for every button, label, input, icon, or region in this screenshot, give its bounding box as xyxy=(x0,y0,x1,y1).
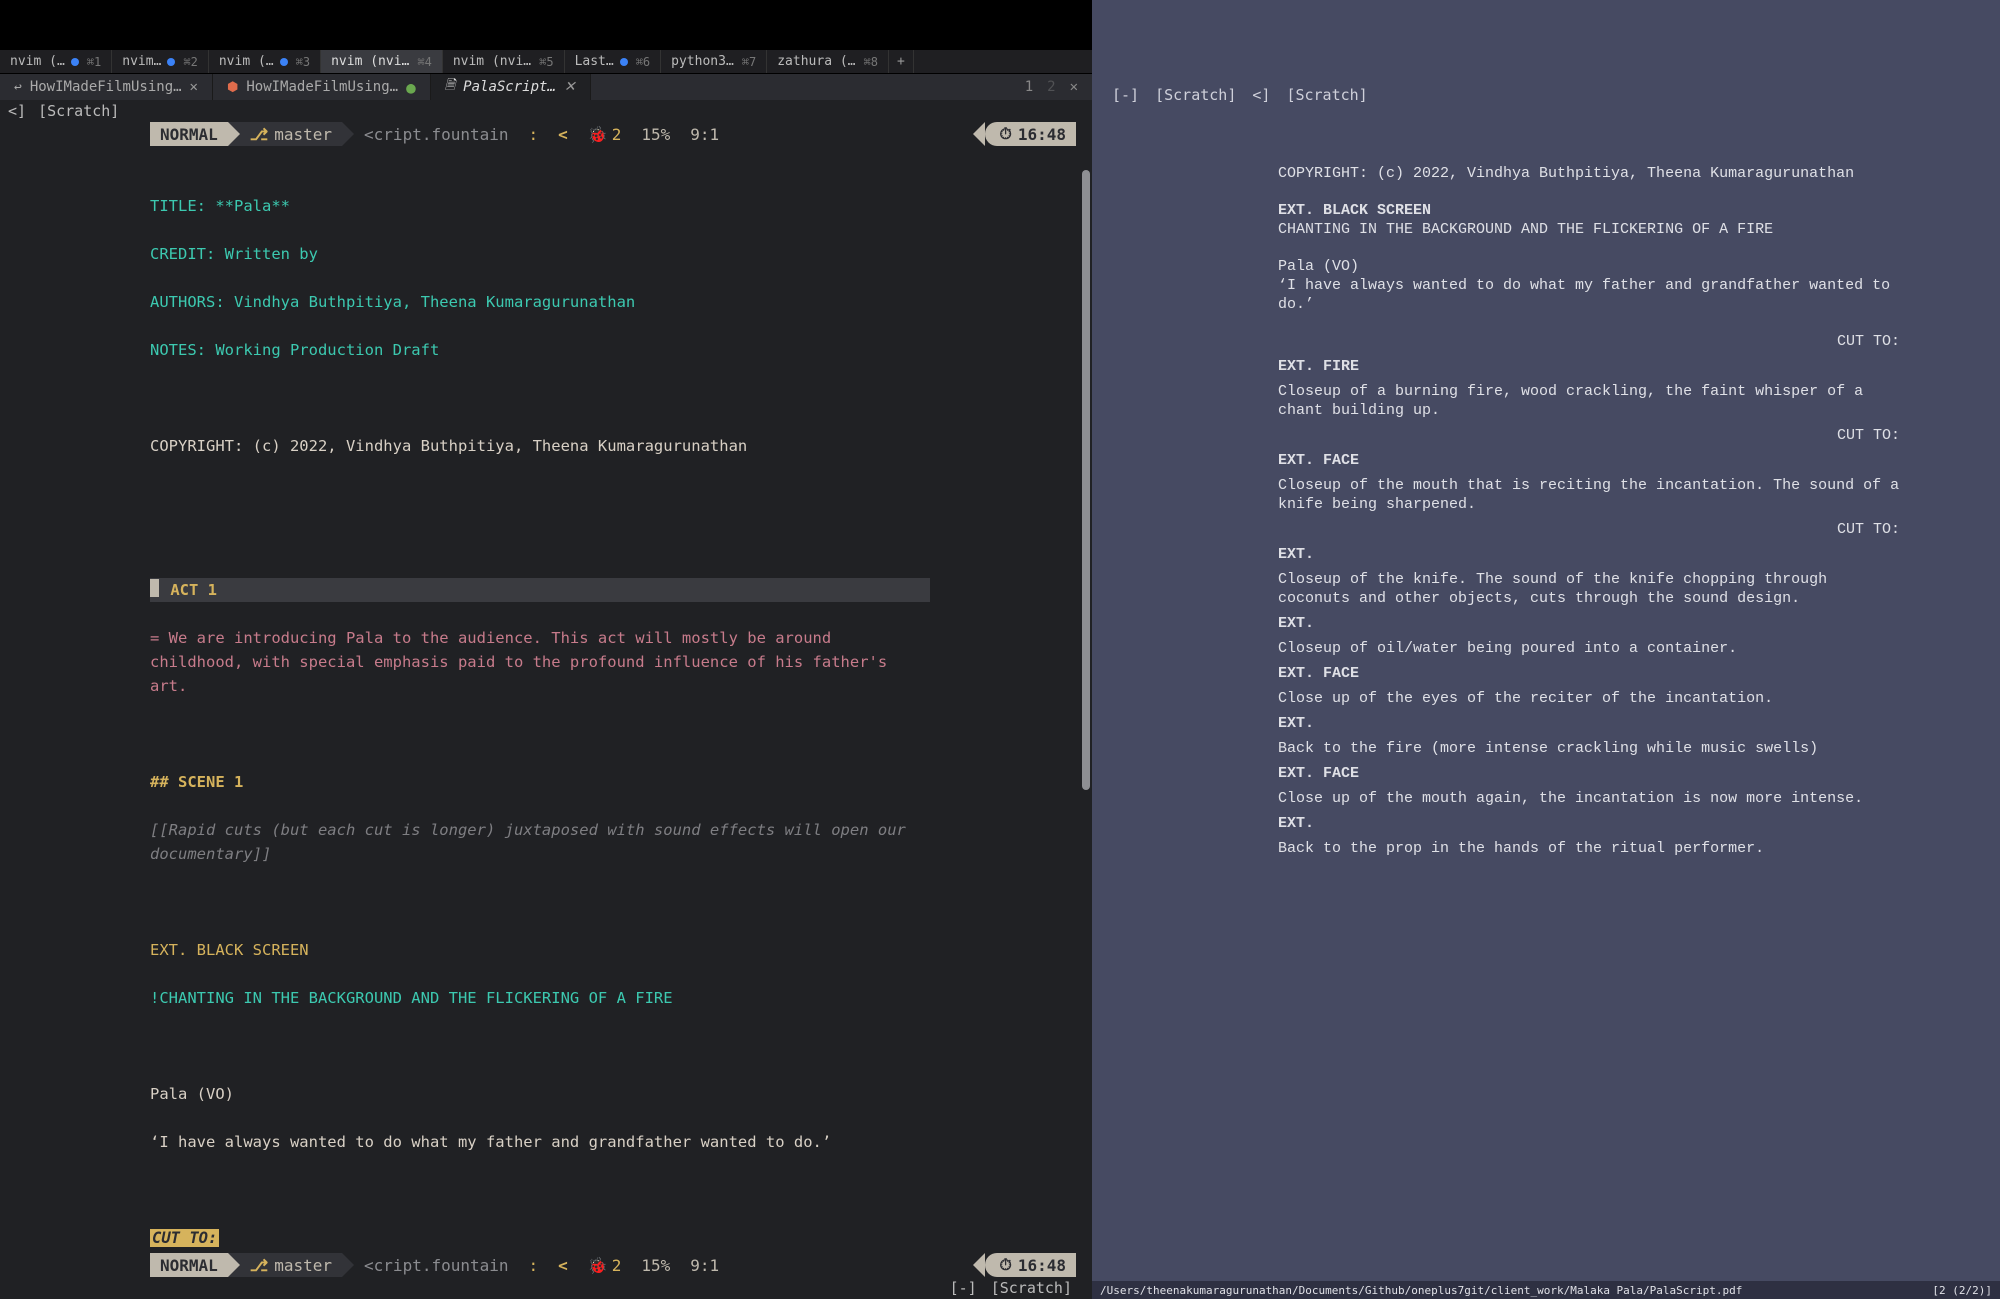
close-icon[interactable]: ✕ xyxy=(190,79,198,95)
dirty-dot-icon xyxy=(167,58,175,66)
separator-icon: : xyxy=(519,1253,549,1277)
vim-mode-indicator: NORMAL xyxy=(150,122,228,146)
transition: CUT TO: xyxy=(150,1229,219,1247)
synopsis-line: = We are introducing Pala to the audienc… xyxy=(150,626,910,698)
title-key: TITLE: xyxy=(150,197,215,215)
dialogue: ‘I have always wanted to do what my fath… xyxy=(150,1130,910,1154)
cursor-position: 9:1 xyxy=(680,1253,729,1277)
terminal-tab-7[interactable]: python3…⌘7 xyxy=(661,50,767,73)
git-branch: ⎇master xyxy=(240,122,342,146)
git-branch-icon: ⎇ xyxy=(250,1256,268,1275)
action-emphasis: !CHANTING IN THE BACKGROUND AND THE FLIC… xyxy=(150,986,1076,1010)
buffer-tab-3[interactable]: 🗎 PalaScript… ✕ xyxy=(431,74,591,100)
clock: ⏱16:48 xyxy=(985,1253,1076,1277)
separator-icon xyxy=(228,1253,240,1277)
terminal-tab-3[interactable]: nvim (…⌘3 xyxy=(209,50,321,73)
chevron-left-icon: < xyxy=(548,1253,578,1277)
cursor-position: 9:1 xyxy=(680,122,729,146)
character-cue: Pala (VO) xyxy=(150,1082,1076,1106)
pdf-slugline: EXT. BLACK SCREEN xyxy=(1278,201,1900,220)
buffer-tabs: ↩ HowIMadeFilmUsing… ✕ ⬢ HowIMadeFilmUsi… xyxy=(0,74,1092,100)
pdf-transition: CUT TO: xyxy=(1278,426,1900,445)
buffer-tab-label: PalaScript… xyxy=(463,79,556,95)
pdf-slugline: EXT. FACE xyxy=(1278,764,1900,783)
close-icon[interactable]: ✕ xyxy=(1070,79,1078,95)
dirty-dot-icon xyxy=(620,58,628,66)
pdf-slugline: EXT. xyxy=(1278,714,1900,733)
terminal-tab-5[interactable]: nvim (nvi…⌘5 xyxy=(443,50,565,73)
diagnostics-count: 🐞2 xyxy=(578,1253,632,1277)
buffer-tab-label: HowIMadeFilmUsing… xyxy=(30,79,182,95)
dirty-dot-icon xyxy=(280,58,288,66)
pdf-slugline: EXT. xyxy=(1278,814,1900,833)
dirty-dot-icon: ● xyxy=(406,78,416,97)
chevron-left-icon: < xyxy=(548,122,578,146)
terminal-tab-6[interactable]: Last…⌘6 xyxy=(565,50,662,73)
file-path: <cript.fountain xyxy=(354,1253,519,1277)
git-branch: ⎇master xyxy=(240,1253,342,1277)
pdf-content: COPYRIGHT: (c) 2022, Vindhya Buthpitiya,… xyxy=(1278,164,1900,858)
inline-note: [[Rapid cuts (but each cut is longer) ju… xyxy=(150,818,920,866)
slugline: EXT. BLACK SCREEN xyxy=(150,938,1076,962)
terminal-tab-8[interactable]: zathura (…⌘8 xyxy=(767,50,889,73)
pdf-slugline: EXT. xyxy=(1278,614,1900,633)
git-branch-icon: ⎇ xyxy=(250,125,268,144)
terminal-tab-4[interactable]: nvim (nvi…⌘4 xyxy=(321,50,443,73)
pdf-path: /Users/theenakumaragurunathan/Documents/… xyxy=(1100,1284,1742,1297)
pdf-transition: CUT TO: xyxy=(1278,332,1900,351)
terminal-tabs: nvim (…⌘1 nvim…⌘2 nvim (…⌘3 nvim (nvi…⌘4… xyxy=(0,50,1092,74)
terminal-tab-add[interactable]: + xyxy=(889,50,914,73)
bug-icon: 🐞 xyxy=(588,1256,608,1275)
buffer-tab-1[interactable]: ↩ HowIMadeFilmUsing… ✕ xyxy=(0,74,213,100)
notes-line: NOTES: Working Production Draft xyxy=(150,338,1076,362)
pdf-statusbar: /Users/theenakumaragurunathan/Documents/… xyxy=(1092,1281,2000,1299)
clock: ⏱16:48 xyxy=(985,122,1076,146)
vim-mode-indicator: NORMAL xyxy=(150,1253,228,1277)
pdf-transition: CUT TO: xyxy=(1278,520,1900,539)
file-icon: ⬢ xyxy=(227,80,238,95)
separator-icon xyxy=(342,1253,354,1277)
pdf-page-indicator: [2 (2/2)] xyxy=(1932,1284,1992,1297)
pdf-slugline: EXT. FACE xyxy=(1278,664,1900,683)
scene-heading: ## SCENE 1 xyxy=(150,770,1076,794)
separator-icon xyxy=(228,122,240,146)
scroll-percent: 15% xyxy=(631,122,680,146)
pdf-slugline: EXT. FACE xyxy=(1278,451,1900,470)
pdf-slugline: EXT. xyxy=(1278,545,1900,564)
file-icon: ↩ xyxy=(14,80,22,95)
file-icon: 🗎 xyxy=(445,76,455,98)
bug-icon: 🐞 xyxy=(588,125,608,144)
dirty-dot-icon xyxy=(71,58,79,66)
scrollbar[interactable] xyxy=(1082,170,1090,790)
pdf-copyright: COPYRIGHT: (c) 2022, Vindhya Buthpitiya,… xyxy=(1278,164,1900,183)
root: nvim (…⌘1 nvim…⌘2 nvim (…⌘3 nvim (nvi…⌘4… xyxy=(0,0,2000,1299)
close-icon[interactable]: ✕ xyxy=(564,79,576,95)
tabpage-indicator[interactable]: 1 2 ✕ xyxy=(1011,74,1092,100)
copyright-line: COPYRIGHT: (c) 2022, Vindhya Buthpitiya,… xyxy=(150,434,1076,458)
authors-line: AUTHORS: Vindhya Buthpitiya, Theena Kuma… xyxy=(150,290,1076,314)
window-scratch-top: <] [Scratch] xyxy=(0,100,1092,122)
window-scratch-bottom: [-] [Scratch] xyxy=(0,1277,1092,1299)
window-topband xyxy=(0,0,1092,50)
scroll-percent: 15% xyxy=(631,1253,680,1277)
buffer-tab-2[interactable]: ⬢ HowIMadeFilmUsing… ● xyxy=(213,74,431,100)
clock-icon: ⏱ xyxy=(999,124,1011,144)
terminal-tab-2[interactable]: nvim…⌘2 xyxy=(112,50,209,73)
buffer-tab-label: HowIMadeFilmUsing… xyxy=(246,79,398,95)
diagnostics-count: 🐞2 xyxy=(578,122,632,146)
pdf-slugline: EXT. FIRE xyxy=(1278,357,1900,376)
pdf-scratch-top: [-][Scratch] <][Scratch] xyxy=(1092,86,2000,104)
cursor-line: ACT 1 xyxy=(150,578,930,602)
terminal-tab-1[interactable]: nvim (…⌘1 xyxy=(0,50,112,73)
separator-icon xyxy=(342,122,354,146)
code-area[interactable]: TITLE: **Pala** CREDIT: Written by AUTHO… xyxy=(150,170,1076,1253)
clock-icon: ⏱ xyxy=(999,1255,1011,1275)
editor-pane[interactable]: NORMAL ⎇master <cript.fountain : < 🐞2 15… xyxy=(0,122,1092,1253)
separator-icon: : xyxy=(519,122,549,146)
block-cursor-icon xyxy=(150,579,159,597)
pdf-pane[interactable]: [-][Scratch] <][Scratch] COPYRIGHT: (c) … xyxy=(1092,0,2000,1299)
credit-line: CREDIT: Written by xyxy=(150,242,1076,266)
left-pane: nvim (…⌘1 nvim…⌘2 nvim (…⌘3 nvim (nvi…⌘4… xyxy=(0,0,1092,1299)
file-path: <cript.fountain xyxy=(354,122,519,146)
